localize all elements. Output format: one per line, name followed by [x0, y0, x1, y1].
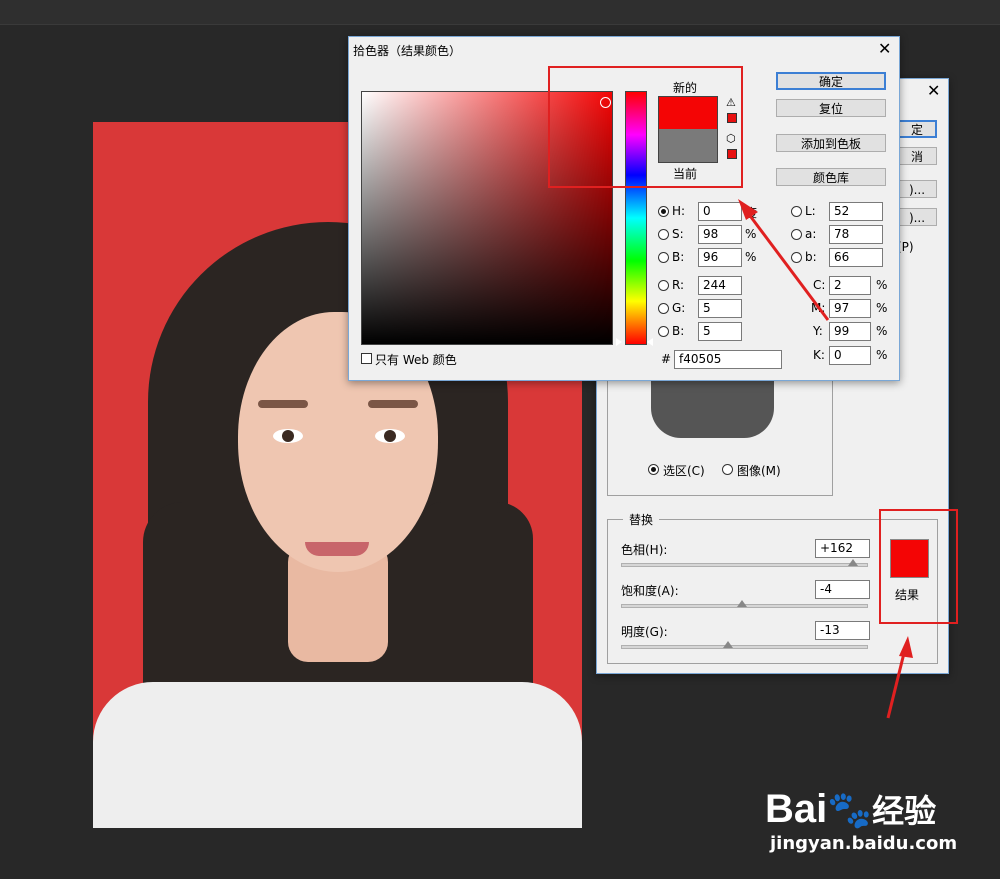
arrow-to-hue-field	[740, 204, 830, 321]
watermark-url: jingyan.baidu.com	[770, 833, 958, 854]
watermark-brand-text-2: 经验	[872, 793, 937, 829]
watermark-brand: Bai🐾经验	[765, 786, 936, 832]
annotation-arrows	[738, 199, 913, 719]
arrowhead-hue	[738, 199, 758, 220]
watermark-brand-text: Bai	[765, 787, 828, 831]
paw-icon: 🐾	[827, 789, 873, 830]
arrowhead-result	[899, 636, 913, 658]
